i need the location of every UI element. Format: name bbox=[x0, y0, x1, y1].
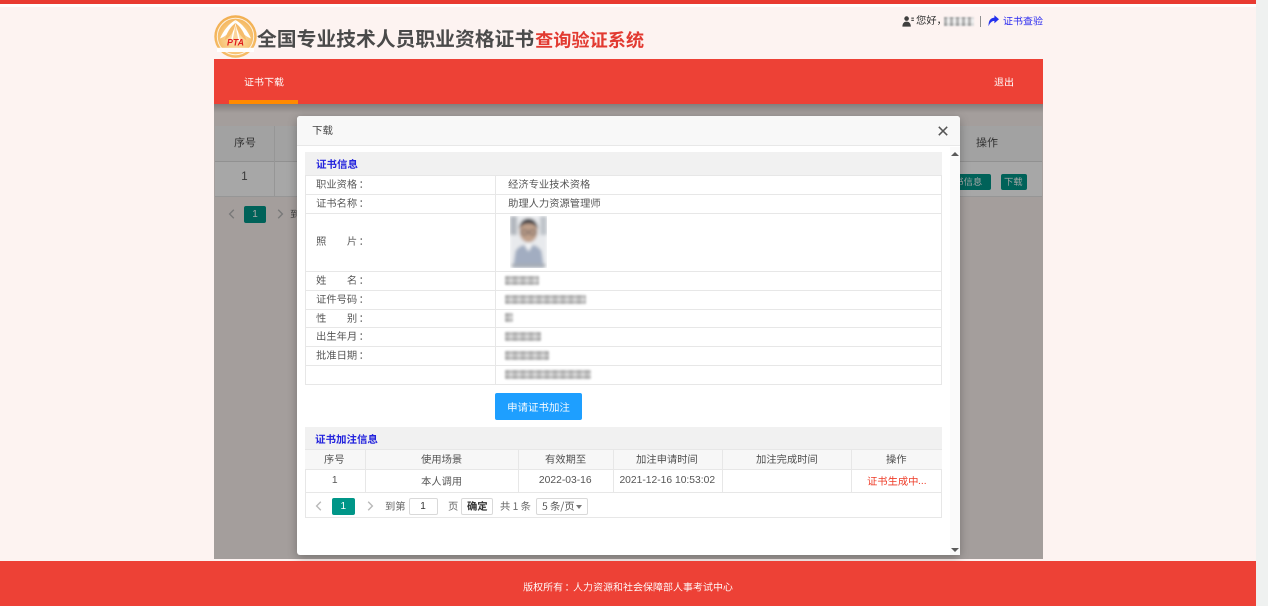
svg-text:PTA: PTA bbox=[227, 37, 244, 47]
